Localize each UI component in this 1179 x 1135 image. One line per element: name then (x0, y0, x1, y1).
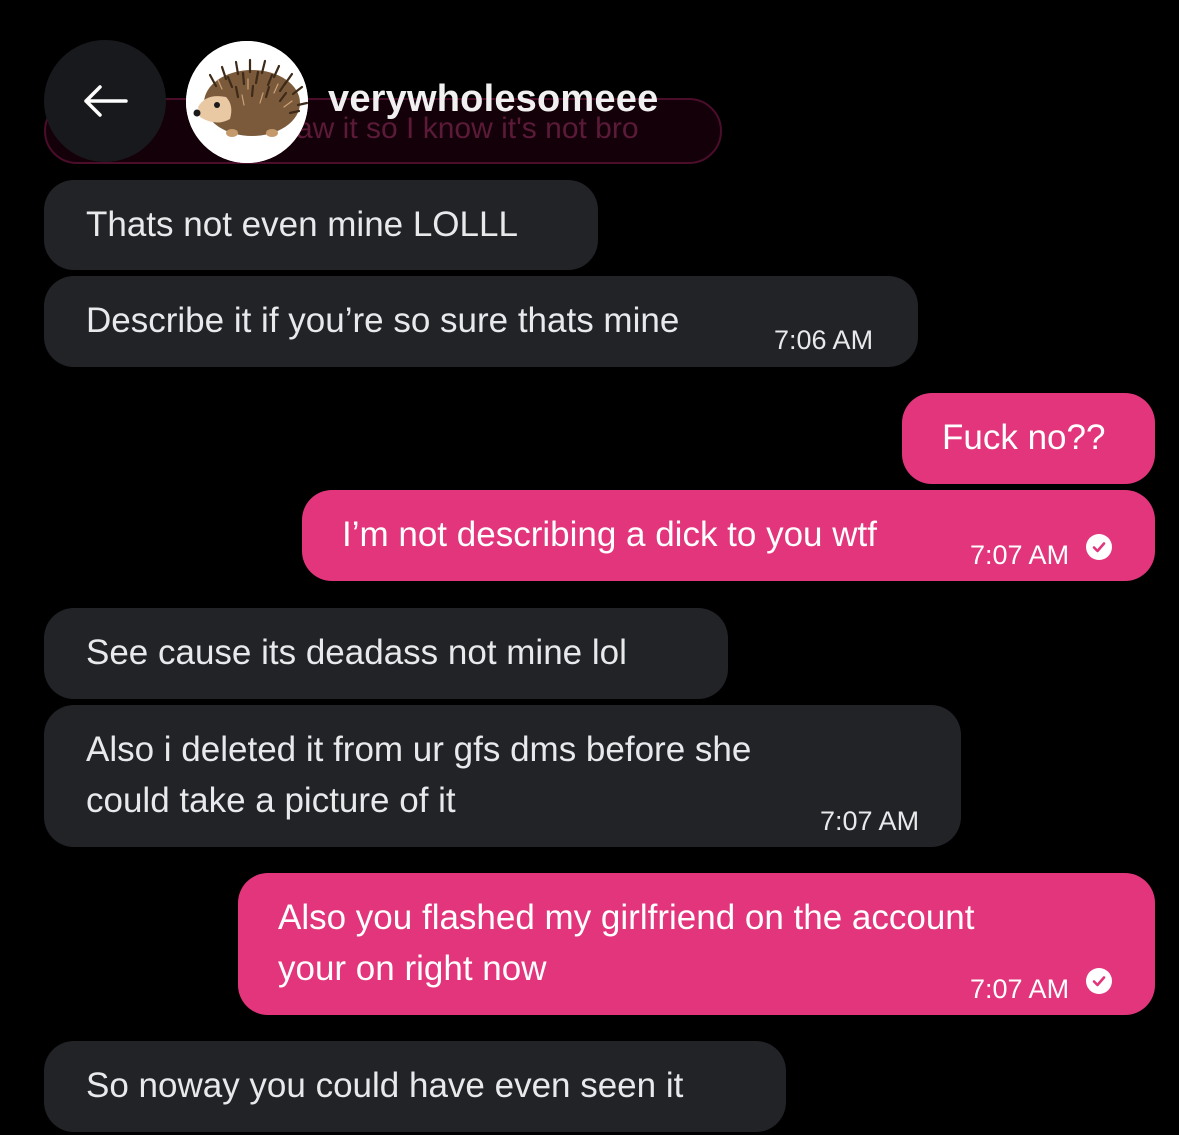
message-timestamp: 7:07 AM (970, 540, 1070, 570)
message-text-line2: could take a picture of it (86, 781, 456, 820)
message-text: I’m not describing a dick to you wtf (342, 515, 877, 554)
message-text-line1: Also you flashed my girlfriend on the ac… (278, 898, 975, 937)
received-message-bubble[interactable]: Thats not even mine LOLLL (44, 180, 598, 270)
message-text-line2: your on right now (278, 949, 547, 988)
sent-message-bubble[interactable]: Also you flashed my girlfriend on the ac… (238, 873, 1155, 1015)
message-text: See cause its deadass not mine lol (86, 633, 627, 672)
message-text: So noway you could have even seen it (86, 1066, 684, 1105)
avatar[interactable] (186, 41, 308, 163)
message-timestamp: 7:07 AM (970, 974, 1070, 1004)
back-button[interactable] (44, 40, 166, 162)
check-circle-icon (1086, 534, 1112, 560)
check-circle-icon (1086, 968, 1112, 994)
sent-message-bubble[interactable]: I’m not describing a dick to you wtf 7:0… (302, 490, 1155, 581)
hedgehog-icon (186, 41, 308, 163)
message-timestamp: 7:07 AM (820, 806, 920, 836)
message-text: Fuck no?? (942, 418, 1106, 457)
message-timestamp: 7:06 AM (774, 325, 874, 355)
received-message-bubble[interactable]: Describe it if you’re so sure thats mine… (44, 276, 918, 367)
message-text: Describe it if you’re so sure thats mine (86, 301, 680, 340)
arrow-left-icon (84, 85, 128, 117)
received-message-bubble[interactable]: So noway you could have even seen it (44, 1041, 786, 1132)
received-message-bubble[interactable]: Also i deleted it from ur gfs dms before… (44, 705, 961, 847)
sent-message-bubble[interactable]: Fuck no?? (902, 393, 1155, 484)
message-text-line1: Also i deleted it from ur gfs dms before… (86, 730, 752, 769)
received-message-bubble[interactable]: See cause its deadass not mine lol (44, 608, 728, 699)
contact-username[interactable]: verywholesomeee (328, 78, 658, 121)
message-text: Thats not even mine LOLLL (86, 205, 518, 244)
